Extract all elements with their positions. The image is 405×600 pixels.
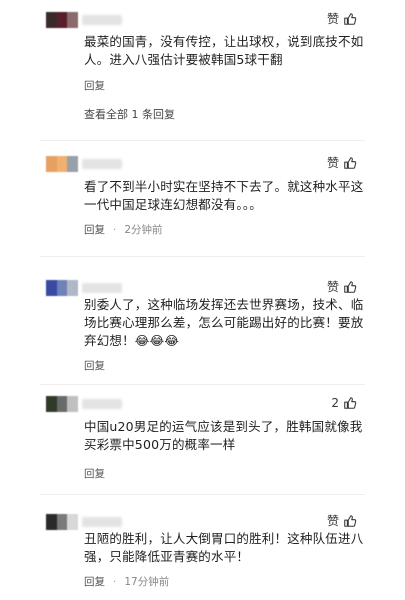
comment-time: 2分钟前	[124, 224, 163, 236]
thumbs-up-icon	[344, 157, 357, 169]
avatar[interactable]	[46, 12, 79, 28]
like-count: 赞	[326, 156, 339, 170]
like-button[interactable]: 赞	[327, 280, 357, 294]
comment-text: 丑陋的胜利，让人大倒胃口的胜利！这种队伍进八强，只能降低亚青赛的水平！	[84, 531, 364, 564]
avatar[interactable]	[46, 514, 79, 530]
comment-time: 17分钟前	[124, 576, 170, 588]
username-redacted	[82, 517, 122, 527]
avatar[interactable]	[46, 280, 79, 296]
comment-meta: 回复	[84, 466, 105, 481]
comment-meta: 回复	[84, 358, 105, 373]
divider	[40, 384, 365, 385]
divider	[40, 494, 365, 495]
avatar[interactable]	[46, 396, 79, 412]
reply-button[interactable]: 回复	[84, 78, 105, 93]
reply-button[interactable]: 回复	[84, 574, 105, 589]
like-count: 2	[331, 396, 339, 410]
like-button[interactable]: 2	[331, 396, 357, 410]
comment-text: 中国u20男足的运气应该是到头了，胜韩国就像我买彩票中500万的概率一样	[84, 419, 363, 452]
username-redacted	[82, 283, 122, 293]
comment-text: 看了不到半小时实在坚持不下去了。就这种水平这一代中国足球连幻想都没有。。。	[84, 179, 364, 212]
reply-button[interactable]: 回复	[84, 222, 105, 237]
username-redacted	[82, 15, 122, 25]
like-count: 赞	[326, 514, 339, 528]
separator-dot: ·	[113, 223, 117, 236]
reply-button[interactable]: 回复	[84, 358, 105, 373]
comment-meta: 回复	[84, 78, 105, 93]
view-replies-link[interactable]: 查看全部 1 条回复	[84, 106, 175, 122]
divider	[40, 256, 365, 257]
username-redacted	[82, 159, 122, 169]
thumbs-up-icon	[344, 281, 357, 293]
thumbs-up-icon	[344, 397, 357, 409]
divider	[40, 140, 365, 141]
thumbs-up-icon	[344, 13, 357, 25]
like-button[interactable]: 赞	[327, 156, 357, 170]
like-button[interactable]: 赞	[327, 514, 357, 528]
separator-dot: ·	[113, 575, 117, 588]
comment-meta: 回复 · 2分钟前	[84, 222, 163, 237]
comment-text: 最菜的国青，没有传控，让出球权，说到底技不如人。进入八强估计要被韩国5球干翻	[84, 34, 364, 67]
avatar[interactable]	[46, 156, 79, 172]
username-redacted	[82, 399, 122, 409]
like-count: 赞	[326, 12, 339, 26]
reply-button[interactable]: 回复	[84, 466, 105, 481]
comment-text: 别委人了，这种临场发挥还去世界赛场，技术、临场比赛心理那么差，怎么可能踢出好的比…	[84, 297, 364, 348]
thumbs-up-icon	[344, 515, 357, 527]
like-count: 赞	[326, 280, 339, 294]
comment-meta: 回复 · 17分钟前	[84, 574, 169, 589]
like-button[interactable]: 赞	[327, 12, 357, 26]
